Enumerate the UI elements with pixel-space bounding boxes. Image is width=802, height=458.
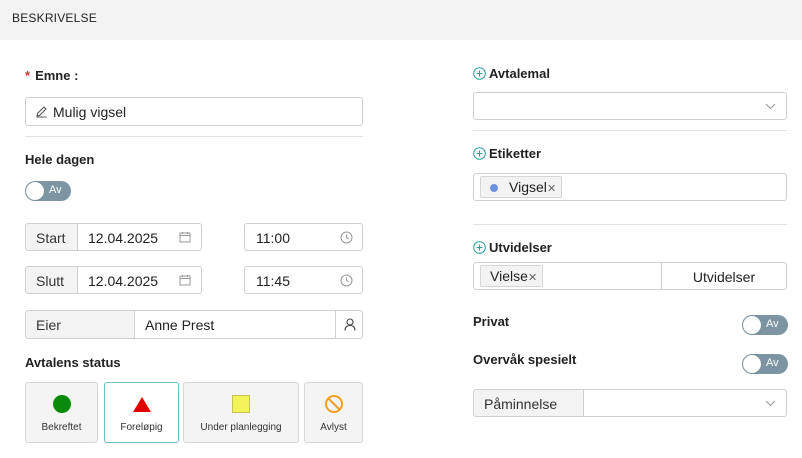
monitor-label: Overvåk spesielt bbox=[473, 352, 577, 367]
extension-chip: Vielse ✕ bbox=[480, 265, 543, 287]
tag-text: Vigsel bbox=[509, 179, 547, 195]
status-option-label: Foreløpig bbox=[120, 422, 163, 433]
start-date-input[interactable]: 12.04.2025 bbox=[77, 223, 202, 251]
green-circle-icon bbox=[52, 395, 71, 413]
end-time-value: 11:45 bbox=[256, 273, 290, 289]
section-header: BESKRIVELSE bbox=[0, 0, 802, 40]
status-option-label: Bekreftet bbox=[41, 422, 82, 433]
extension-text: Vielse bbox=[490, 268, 528, 284]
red-triangle-icon bbox=[132, 397, 151, 412]
allday-toggle[interactable]: Av bbox=[25, 181, 71, 201]
chevron-down-icon bbox=[765, 103, 776, 110]
template-label: Avtalemal bbox=[489, 66, 550, 81]
tags-label: Etiketter bbox=[489, 146, 542, 161]
subject-label: * Emne : bbox=[25, 68, 79, 83]
add-template-icon[interactable] bbox=[473, 67, 486, 80]
end-date-input[interactable]: 12.04.2025 bbox=[77, 266, 202, 294]
toggle-state: Av bbox=[766, 357, 779, 369]
clock-icon[interactable] bbox=[340, 231, 353, 244]
reminder-addon: Påminnelse bbox=[473, 389, 584, 417]
remove-tag-icon[interactable]: ✕ bbox=[547, 182, 556, 195]
toggle-knob bbox=[26, 182, 44, 200]
section-title: BESKRIVELSE bbox=[12, 11, 97, 25]
owner-addon: Eier bbox=[25, 310, 135, 339]
toggle-state: Av bbox=[49, 184, 62, 196]
toggle-knob bbox=[743, 355, 761, 373]
reminder-label: Påminnelse bbox=[484, 396, 558, 412]
status-option-planning[interactable]: Under planlegging bbox=[183, 382, 299, 443]
user-icon bbox=[344, 318, 356, 331]
tag-chip: Vigsel ✕ bbox=[480, 176, 562, 198]
extensions-button[interactable]: Utvidelser bbox=[661, 262, 787, 290]
status-option-label: Under planlegging bbox=[200, 422, 282, 433]
owner-value: Anne Prest bbox=[145, 317, 215, 333]
private-label: Privat bbox=[473, 314, 510, 329]
toggle-state: Av bbox=[766, 318, 779, 330]
allday-label: Hele dagen bbox=[25, 152, 95, 167]
template-select[interactable] bbox=[473, 92, 787, 120]
start-time-input[interactable]: 11:00 bbox=[244, 223, 363, 251]
extensions-input[interactable]: Vielse ✕ bbox=[473, 262, 662, 290]
calendar-icon[interactable] bbox=[179, 231, 191, 243]
yellow-square-icon bbox=[232, 395, 250, 413]
status-option-cancelled[interactable]: Avlyst bbox=[304, 382, 363, 443]
add-extension-icon[interactable] bbox=[473, 241, 486, 254]
cancel-icon bbox=[324, 395, 343, 413]
subject-value: Mulig vigsel bbox=[53, 104, 127, 120]
tag-color-dot-icon bbox=[490, 184, 498, 192]
calendar-icon[interactable] bbox=[179, 274, 191, 286]
add-tag-icon[interactable] bbox=[473, 147, 486, 160]
end-label: Slutt bbox=[36, 273, 65, 289]
monitor-toggle[interactable]: Av bbox=[742, 354, 788, 374]
status-label: Avtalens status bbox=[25, 355, 121, 370]
extensions-label: Utvidelser bbox=[489, 240, 552, 255]
tags-input[interactable]: Vigsel ✕ bbox=[473, 173, 787, 201]
end-date-value: 12.04.2025 bbox=[88, 273, 159, 289]
divider bbox=[473, 130, 787, 131]
start-time-value: 11:00 bbox=[256, 230, 290, 246]
status-option-label: Avlyst bbox=[320, 422, 347, 433]
remove-extension-icon[interactable]: ✕ bbox=[528, 271, 537, 284]
reminder-select[interactable] bbox=[583, 389, 787, 417]
toggle-knob bbox=[743, 316, 761, 334]
chevron-down-icon bbox=[765, 400, 776, 407]
start-addon: Start bbox=[25, 223, 78, 251]
owner-picker-button[interactable] bbox=[335, 310, 363, 339]
required-mark: * bbox=[25, 68, 31, 83]
start-date-value: 12.04.2025 bbox=[88, 230, 159, 246]
status-option-confirmed[interactable]: Bekreftet bbox=[25, 382, 98, 443]
owner-input[interactable]: Anne Prest bbox=[134, 310, 336, 339]
divider bbox=[473, 224, 787, 225]
private-toggle[interactable]: Av bbox=[742, 315, 788, 335]
subject-input[interactable]: Mulig vigsel bbox=[25, 97, 363, 126]
end-time-input[interactable]: 11:45 bbox=[244, 266, 363, 294]
extensions-button-label: Utvidelser bbox=[692, 269, 756, 285]
clock-icon[interactable] bbox=[340, 274, 353, 287]
divider bbox=[25, 136, 363, 137]
pencil-icon bbox=[36, 106, 47, 118]
start-label: Start bbox=[36, 230, 66, 246]
status-option-tentative[interactable]: Foreløpig bbox=[104, 382, 179, 443]
end-addon: Slutt bbox=[25, 266, 78, 294]
owner-label: Eier bbox=[36, 317, 61, 333]
